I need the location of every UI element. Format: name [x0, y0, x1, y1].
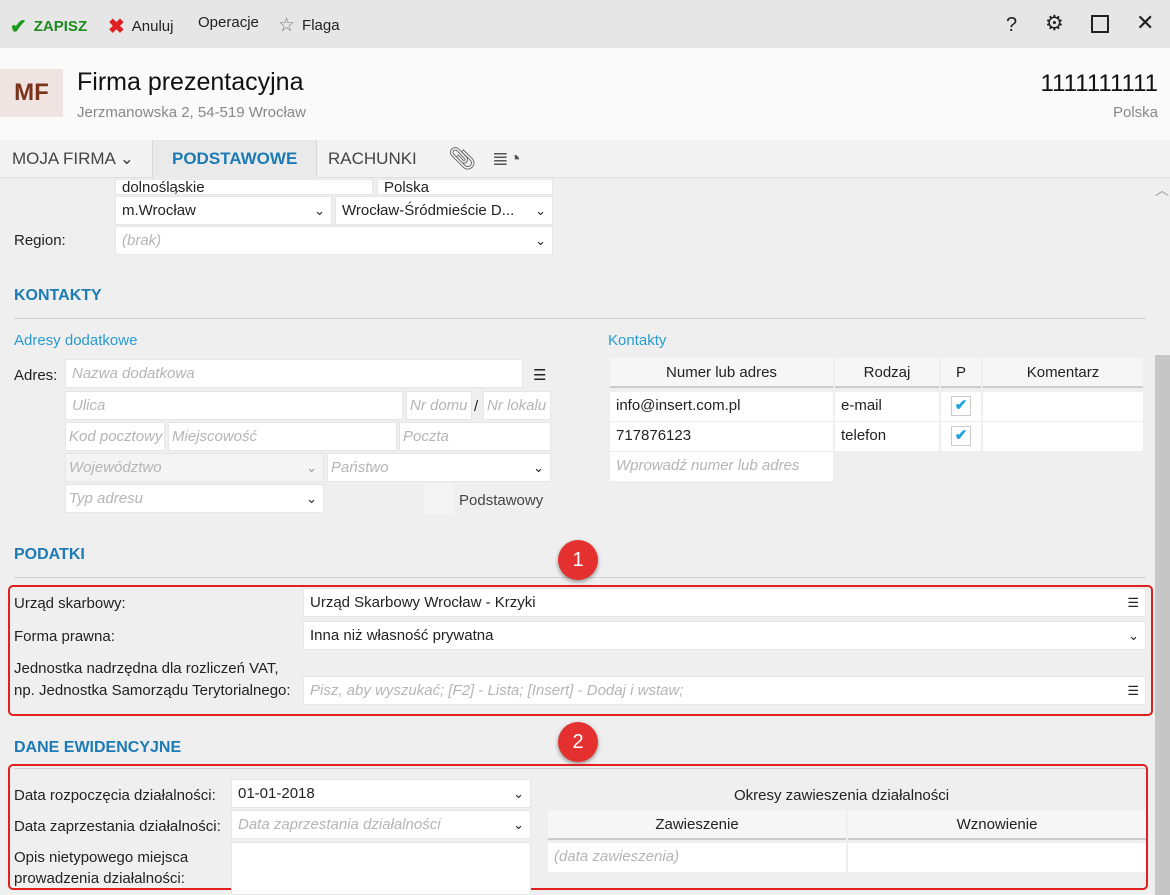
suspension-date-input[interactable]: (data zawieszenia) [548, 843, 846, 872]
legal-form-label: Forma prawna: [14, 628, 115, 645]
chevron-down-icon: ⌄ [119, 149, 134, 168]
scroll-up-button[interactable]: ︿ [1155, 180, 1169, 200]
primary-checkbox-checked[interactable]: ✔ [951, 396, 971, 416]
extra-addresses-heading: Adresy dodatkowe [14, 332, 138, 349]
house-number-input[interactable]: Nr domu [406, 391, 472, 420]
annotation-badge-2: 2 [558, 722, 598, 762]
region-select[interactable]: (brak) ⌄ [115, 226, 553, 255]
vat-parent-label-line1: Jednostka nadrzędna dla rozliczeń VAT, [14, 660, 279, 677]
tax-office-input[interactable]: Urząd Skarbowy Wrocław - Krzyki ☰ [303, 588, 1146, 617]
operations-button[interactable]: Operacje [198, 14, 259, 31]
chevron-down-icon: ⌄ [314, 203, 325, 218]
chevron-down-icon: ⌄ [1128, 628, 1139, 643]
extra-country-select[interactable]: Państwo ⌄ [327, 453, 551, 482]
suspension-heading: Okresy zawieszenia działalności [734, 787, 950, 804]
chevron-down-icon: ⌄ [513, 786, 524, 801]
region-label: Region: [14, 232, 66, 249]
contacts-list-heading: Kontakty [608, 332, 667, 349]
help-button[interactable]: ? [1006, 14, 1017, 37]
contacts-heading: KONTAKTY [14, 287, 102, 304]
tab-basic[interactable]: PODSTAWOWE [152, 140, 318, 178]
scrollbar-thumb[interactable] [1155, 355, 1170, 895]
place-label-line1: Opis nietypowego miejsca [14, 849, 189, 866]
district-select[interactable]: Wrocław-Śródmieście D... ⌄ [335, 196, 553, 225]
column-header[interactable]: Zawieszenie [548, 810, 846, 840]
taxes-heading: PODATKI [14, 546, 85, 563]
chevron-down-icon: ⌄ [535, 233, 546, 248]
start-date-label: Data rozpoczęcia działalności: [14, 787, 216, 804]
chevron-down-icon: ⌄ [533, 460, 544, 475]
street-input[interactable]: Ulica [65, 391, 403, 420]
end-date-select[interactable]: Data zaprzestania działalności ⌄ [231, 810, 531, 839]
zip-input[interactable]: Kod pocztowy [65, 422, 165, 451]
resumption-date-input[interactable] [848, 843, 1146, 872]
legal-form-select[interactable]: Inna niż własność prywatna ⌄ [303, 621, 1146, 650]
county-select[interactable]: m.Wrocław ⌄ [115, 196, 332, 225]
nip-number: 1111111111 [1040, 70, 1158, 97]
close-icon: ✖ [108, 16, 125, 38]
maximize-icon[interactable] [1091, 15, 1109, 33]
company-address: Jerzmanowska 2, 54-519 Wrocław [77, 104, 306, 121]
chevron-down-icon: ⌄ [306, 491, 317, 506]
registry-heading: DANE EWIDENCYJNE [14, 739, 182, 756]
chevron-down-icon: ⌄ [535, 203, 546, 218]
address-label: Adres: [14, 367, 58, 384]
chevron-down-icon: ⌄ [513, 817, 524, 832]
tab-accounts[interactable]: RACHUNKI [316, 140, 429, 178]
toolbar: ✔ ZAPISZ ✖ Anuluj Operacje ☆ Flaga ? ⚙ ✕ [0, 0, 1170, 48]
tax-office-label: Urząd skarbowy: [14, 595, 126, 612]
column-header[interactable]: Wznowienie [848, 810, 1146, 840]
tab-bar: MOJA FIRMA ⌄ PODSTAWOWE RACHUNKI 📎︎ ≣◔ [0, 140, 1170, 178]
vat-parent-label-line2: np. Jednostka Samorządu Terytorialnego: [14, 682, 291, 699]
vat-parent-input[interactable]: Pisz, aby wyszukać; [F2] - Lista; [Inser… [303, 676, 1146, 705]
place-label-line2: prowadzenia działalności: [14, 870, 185, 887]
star-icon: ☆ [278, 15, 296, 36]
save-button[interactable]: ✔ ZAPISZ [10, 14, 87, 39]
new-contact-input[interactable]: Wprowadź numer lub adres [610, 452, 833, 481]
city-input[interactable]: Miejscowość [168, 422, 397, 451]
column-header[interactable]: Numer lub adres [610, 358, 833, 388]
chevron-down-icon: ⌄ [306, 460, 317, 475]
primary-label: Podstawowy [459, 492, 544, 509]
post-input[interactable]: Poczta [399, 422, 551, 451]
primary-checkbox[interactable] [424, 483, 454, 514]
tab-my-company[interactable]: MOJA FIRMA ⌄ [0, 140, 146, 178]
extra-voivodeship-select[interactable]: Województwo ⌄ [65, 453, 324, 482]
avatar: MF [0, 69, 63, 117]
country-select[interactable]: Polska [377, 179, 553, 195]
history-icon[interactable]: ≣◔ [480, 140, 533, 178]
primary-checkbox-checked[interactable]: ✔ [951, 426, 971, 446]
place-description-textarea[interactable] [231, 842, 531, 895]
address-type-select[interactable]: Typ adresu ⌄ [65, 484, 324, 513]
voivodeship-select[interactable]: dolnośląskie [115, 179, 373, 195]
list-icon[interactable]: ☰ [1127, 677, 1139, 704]
close-window-icon[interactable]: ✕ [1136, 10, 1154, 36]
page-title: Firma prezentacyjna [77, 68, 304, 96]
separator: / [474, 398, 479, 415]
record-header: MF Firma prezentacyjna Jerzmanowska 2, 5… [0, 48, 1170, 140]
end-date-label: Data zaprzestania działalności: [14, 818, 221, 835]
list-icon[interactable]: ☰ [533, 366, 546, 384]
column-header[interactable]: P [941, 358, 981, 388]
annotation-badge-1: 1 [558, 540, 598, 580]
column-header[interactable]: Rodzaj [835, 358, 939, 388]
flat-number-input[interactable]: Nr lokalu [483, 391, 551, 420]
extra-name-input[interactable]: Nazwa dodatkowa [65, 359, 523, 388]
cancel-button[interactable]: ✖ Anuluj [108, 14, 173, 39]
gear-icon[interactable]: ⚙ [1045, 11, 1064, 36]
start-date-select[interactable]: 01-01-2018 ⌄ [231, 779, 531, 808]
divider [14, 318, 1146, 319]
list-icon[interactable]: ☰ [1127, 589, 1139, 616]
check-icon: ✔ [10, 16, 27, 38]
flag-button[interactable]: ☆ Flaga [278, 14, 340, 37]
column-header[interactable]: Komentarz [983, 358, 1143, 388]
company-country: Polska [1112, 104, 1158, 121]
